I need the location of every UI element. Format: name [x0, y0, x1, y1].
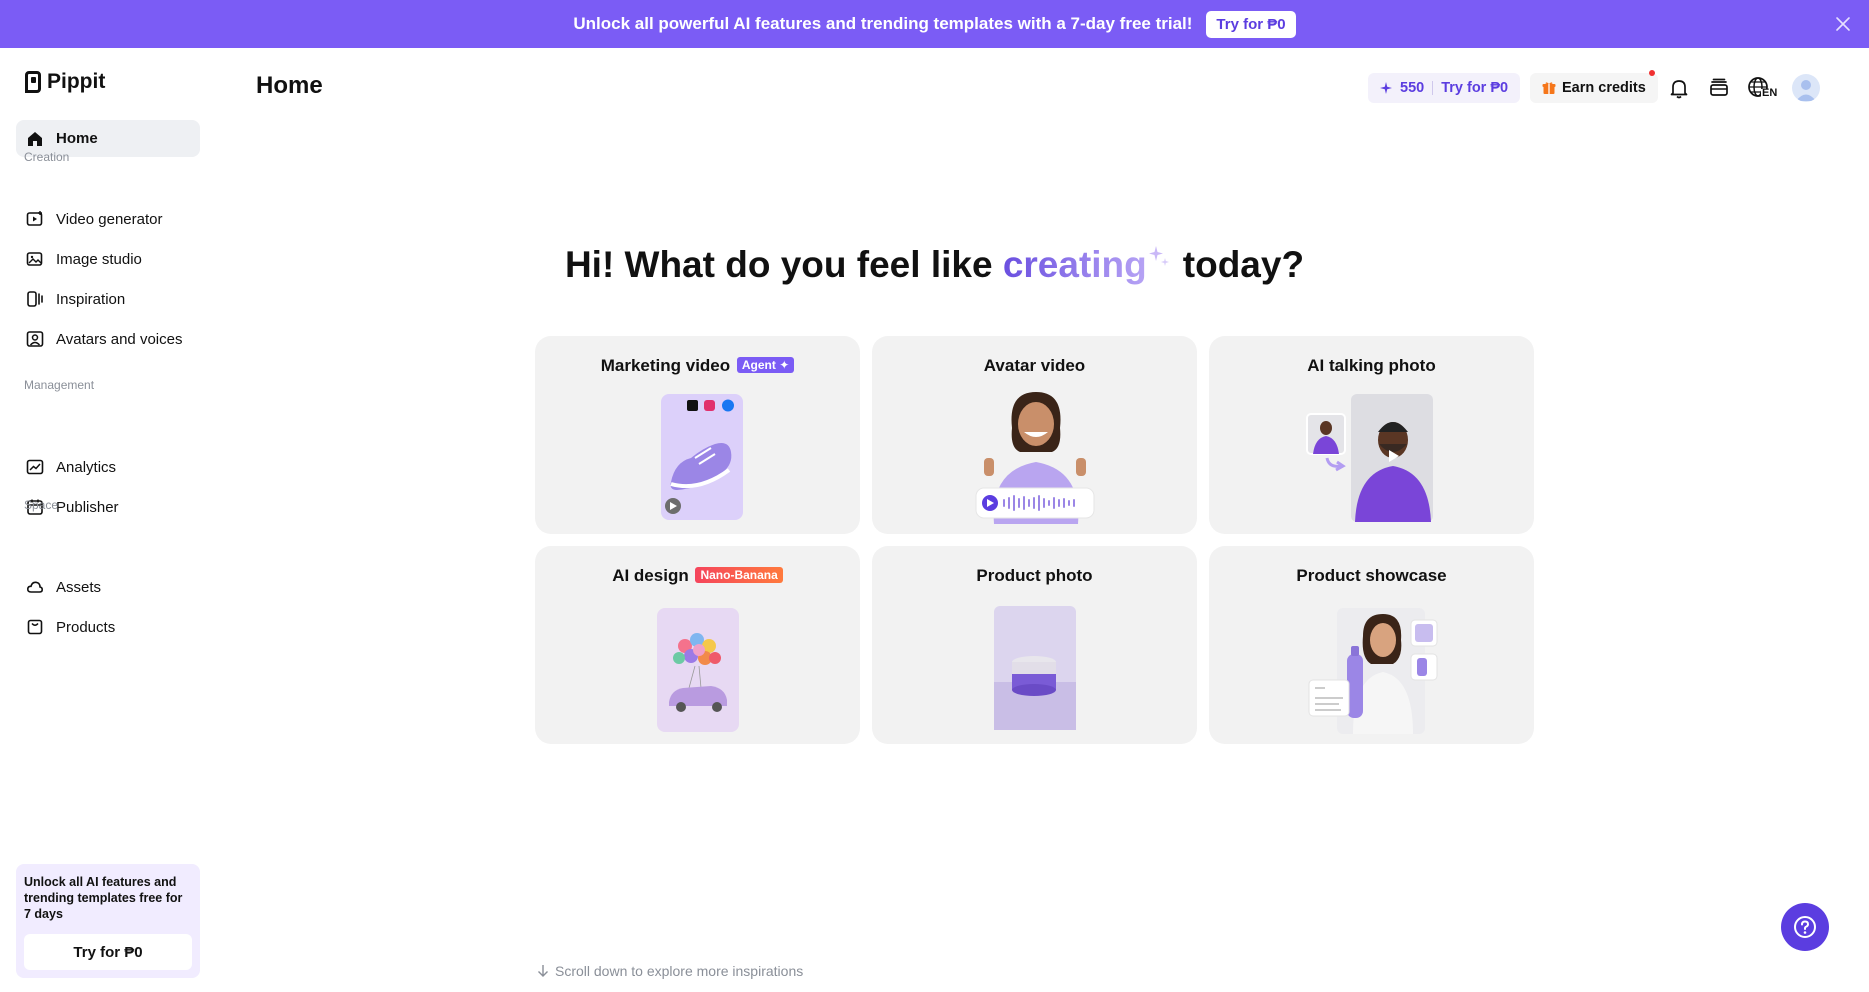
- inspiration-icon: [27, 291, 43, 307]
- promo-text: Unlock all AI features and trending temp…: [24, 875, 183, 921]
- page-title: Home: [256, 72, 323, 99]
- sidebar-item-label: Home: [56, 130, 98, 147]
- brand-name: Pippit: [47, 70, 106, 93]
- banner-try-button[interactable]: Try for ₱0: [1206, 10, 1296, 38]
- card-ai-talking-photo[interactable]: AI talking photo: [1209, 336, 1534, 534]
- gift-icon: [1542, 82, 1556, 94]
- sidebar-item-video-generator[interactable]: Video generator: [16, 202, 200, 236]
- section-label-creation: Creation: [24, 150, 70, 164]
- card-title-text: AI design: [612, 566, 689, 585]
- card-title-text: Marketing video: [600, 356, 731, 375]
- product-showcase-image: [1308, 608, 1438, 734]
- banner-message: Unlock all powerful AI features and tren…: [573, 14, 1193, 33]
- video-generator-icon: [26, 211, 43, 226]
- analytics-icon: [26, 459, 44, 475]
- pippit-logo-icon: [25, 71, 41, 93]
- sidebar-item-inspiration[interactable]: Inspiration: [16, 282, 200, 316]
- help-button[interactable]: [1781, 903, 1829, 951]
- brand-logo[interactable]: Pippit: [25, 70, 105, 94]
- card-avatar-video[interactable]: Avatar video: [872, 336, 1197, 534]
- sidebar-item-assets[interactable]: Assets: [16, 570, 200, 604]
- promo-try-button[interactable]: Try for ₱0: [24, 934, 192, 970]
- avatar[interactable]: [1792, 74, 1820, 102]
- scroll-hint[interactable]: Scroll down to explore more inspirations: [537, 963, 803, 979]
- card-title: AI design Nano-Banana: [535, 566, 860, 586]
- card-product-showcase[interactable]: Product showcase: [1209, 546, 1534, 744]
- divider: [1432, 81, 1434, 95]
- help-icon: [1794, 916, 1816, 938]
- scroll-hint-text: Scroll down to explore more inspirations: [555, 963, 804, 979]
- card-title: AI talking photo: [1307, 356, 1436, 375]
- trial-promo-card: Unlock all AI features and trending temp…: [16, 864, 200, 978]
- home-icon: [28, 131, 42, 146]
- credits-count: 550: [1400, 80, 1425, 96]
- cloud-icon: [26, 581, 44, 593]
- avatar-person-image: [975, 392, 1095, 524]
- hero-heading: Hi! What do you feel like creating today…: [0, 244, 1869, 286]
- nano-banana-badge: Nano-Banana: [695, 567, 783, 583]
- sparkle-icon: [1380, 82, 1392, 94]
- card-ai-design[interactable]: AI design Nano-Banana: [535, 546, 860, 744]
- hero-text-end: today?: [1182, 244, 1305, 285]
- sneaker-thumbnail-image: [661, 394, 743, 520]
- sidebar-item-label: Analytics: [56, 458, 117, 476]
- section-label-space: Space: [24, 498, 59, 512]
- sidebar-item-label: Assets: [56, 578, 102, 596]
- promo-banner: Unlock all powerful AI features and tren…: [0, 0, 1869, 48]
- balloon-car-image: [657, 608, 739, 732]
- card-product-photo[interactable]: Product photo: [872, 546, 1197, 744]
- subscription-icon[interactable]: [1707, 76, 1731, 100]
- agent-badge: Agent ✦: [736, 357, 795, 373]
- sidebar-item-label: Publisher: [56, 498, 119, 516]
- user-avatar-icon: [1796, 80, 1816, 101]
- bell-icon[interactable]: [1667, 76, 1691, 100]
- sidebar-item-products[interactable]: Products: [16, 610, 200, 644]
- language-code: EN: [1762, 87, 1778, 99]
- arrow-down-icon: [538, 965, 548, 977]
- hero-text-start: Hi! What do you feel like: [564, 244, 993, 285]
- sidebar-item-label: Inspiration: [56, 290, 126, 308]
- card-title: Avatar video: [983, 356, 1086, 375]
- sidebar-item-label: Video generator: [56, 210, 163, 228]
- close-icon[interactable]: [1833, 14, 1853, 34]
- credits-try-link[interactable]: Try for ₱0: [1441, 80, 1508, 96]
- cream-jar-image: [994, 606, 1076, 730]
- credits-pill[interactable]: 550 Try for ₱0: [1368, 73, 1521, 103]
- sidebar: Pippit Home Creation Video generator Ima…: [0, 48, 216, 992]
- sidebar-item-avatars-voices[interactable]: Avatars and voices: [16, 322, 200, 356]
- talking-photo-image: [1306, 394, 1433, 522]
- sidebar-item-analytics[interactable]: Analytics: [16, 450, 200, 484]
- sparkle-icon: [1148, 246, 1169, 266]
- sidebar-item-label: Avatars and voices: [56, 330, 183, 348]
- earn-credits-label: Earn credits: [1562, 80, 1646, 96]
- notification-dot: [1649, 70, 1655, 76]
- card-title: Product photo: [976, 566, 1093, 585]
- hero-accent-word: creating: [1002, 244, 1147, 285]
- card-marketing-video[interactable]: Marketing video Agent ✦: [535, 336, 860, 534]
- product-icon: [27, 619, 43, 635]
- card-title: Marketing video Agent ✦: [535, 356, 860, 376]
- section-label-management: Management: [24, 378, 95, 392]
- avatar-voice-icon: [26, 331, 44, 347]
- sidebar-item-label: Products: [56, 618, 116, 636]
- earn-credits-button[interactable]: Earn credits: [1530, 73, 1658, 103]
- card-title: Product showcase: [1296, 566, 1447, 585]
